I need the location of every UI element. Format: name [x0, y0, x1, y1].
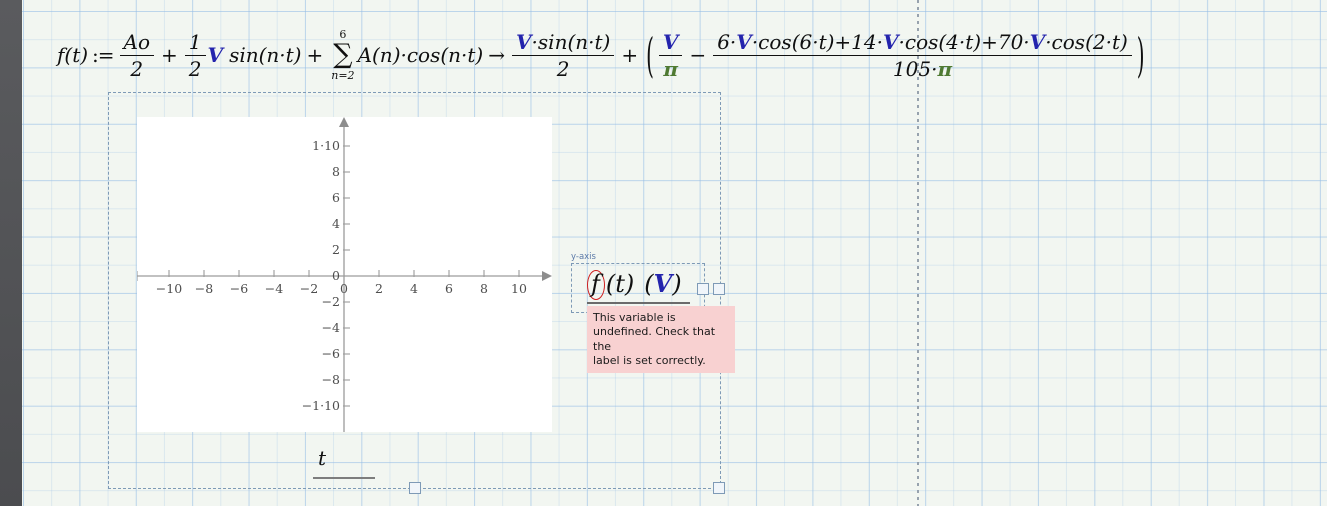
summation-operator: 6 ∑ n=2: [331, 28, 355, 82]
x-tick-label: −4: [265, 281, 283, 296]
y-axis-tag: y-axis: [571, 252, 596, 262]
y-tick-label: 0: [332, 268, 340, 283]
x-tick-label: 8: [480, 281, 488, 296]
symbolic-arrow: →: [488, 43, 506, 67]
y-tick-label: 4: [332, 216, 340, 231]
error-tooltip: This variable is undefined. Check that t…: [587, 306, 735, 374]
y-tick-label: −6: [322, 346, 340, 361]
x-tick-label: −6: [230, 281, 248, 296]
fraction-one-half: 12: [184, 30, 206, 81]
x-tick-label: −2: [300, 281, 318, 296]
x-axis-arrow-icon: [542, 271, 552, 281]
x-tick-label: 10: [511, 281, 527, 296]
open-paren: (: [646, 26, 654, 84]
y-tick-label: 1·10: [312, 138, 340, 153]
y-tick-label: −2: [322, 294, 340, 309]
plot-right-resize-handle[interactable]: [713, 283, 725, 295]
plot-corner-resize-handle[interactable]: [713, 482, 725, 494]
math-region-equation[interactable]: f(t):= Ao 2 + 12 V sin(n·t) + 6 ∑ n=2 A(n…: [57, 26, 1148, 84]
close-paren: ): [1136, 26, 1145, 84]
fraction-vsin-over-2: V·sin(n·t) 2: [512, 30, 615, 81]
assign-operator: :=: [92, 43, 114, 67]
fraction-cos-terms: 6·V·cos(6·t)+14·V·cos(4·t)+70·V·cos(2·t)…: [713, 30, 1132, 81]
x-tick-label: 2: [375, 281, 383, 296]
y-tick-label: −4: [322, 320, 340, 335]
y-axis-label-underline: [587, 302, 690, 304]
y-tick-label: −1·10: [302, 398, 340, 413]
y-axis-label-expression[interactable]: f (t) (V): [587, 269, 682, 301]
summation-argument: A(n)·cos(n·t): [357, 43, 484, 67]
fraction-v-over-pi: Vπ: [658, 30, 683, 81]
window-edge: [0, 0, 22, 506]
x-tick-label: 6: [445, 281, 453, 296]
sin-term: sin(n·t): [229, 43, 302, 67]
plus-operator: +: [621, 43, 639, 67]
minus-operator: −: [689, 43, 707, 67]
y-axis-arrow-icon: [339, 117, 349, 127]
sigma-glyph: ∑: [333, 39, 353, 70]
x-axis-label[interactable]: t: [318, 446, 326, 470]
plot-area[interactable]: −10 −8 −6 −4 −2 0 2 4 6 8 10 1·10 8 6 4 …: [137, 117, 552, 432]
mathcad-screen: f(t):= Ao 2 + 12 V sin(n·t) + 6 ∑ n=2 A(n…: [0, 0, 1327, 506]
x-tick-label: −8: [195, 281, 213, 296]
x-tick-label: 0: [340, 281, 348, 296]
plus-operator: +: [161, 43, 178, 67]
plot-axes: −10 −8 −6 −4 −2 0 2 4 6 8 10 1·10 8 6 4 …: [137, 117, 552, 432]
x-tick-label: −10: [156, 281, 182, 296]
function-lhs: f(t): [57, 43, 89, 67]
y-tick-label: 6: [332, 190, 340, 205]
variable-v: V: [207, 43, 224, 67]
fraction-ao-over-2: Ao 2: [119, 30, 155, 81]
plus-operator: +: [306, 43, 324, 67]
x-axis-label-underline: [313, 477, 375, 479]
unit-variable-v: V: [653, 269, 673, 298]
y-tick-label: −8: [322, 372, 340, 387]
undefined-variable-error-marker: f: [587, 270, 605, 301]
plot-bottom-resize-handle[interactable]: [409, 482, 421, 494]
x-tick-label: 4: [410, 281, 418, 296]
y-axis-label-resize-handle[interactable]: [697, 283, 709, 295]
y-tick-label: 8: [332, 164, 340, 179]
worksheet-canvas[interactable]: f(t):= Ao 2 + 12 V sin(n·t) + 6 ∑ n=2 A(n…: [22, 0, 1327, 506]
y-tick-label: 2: [332, 242, 340, 257]
